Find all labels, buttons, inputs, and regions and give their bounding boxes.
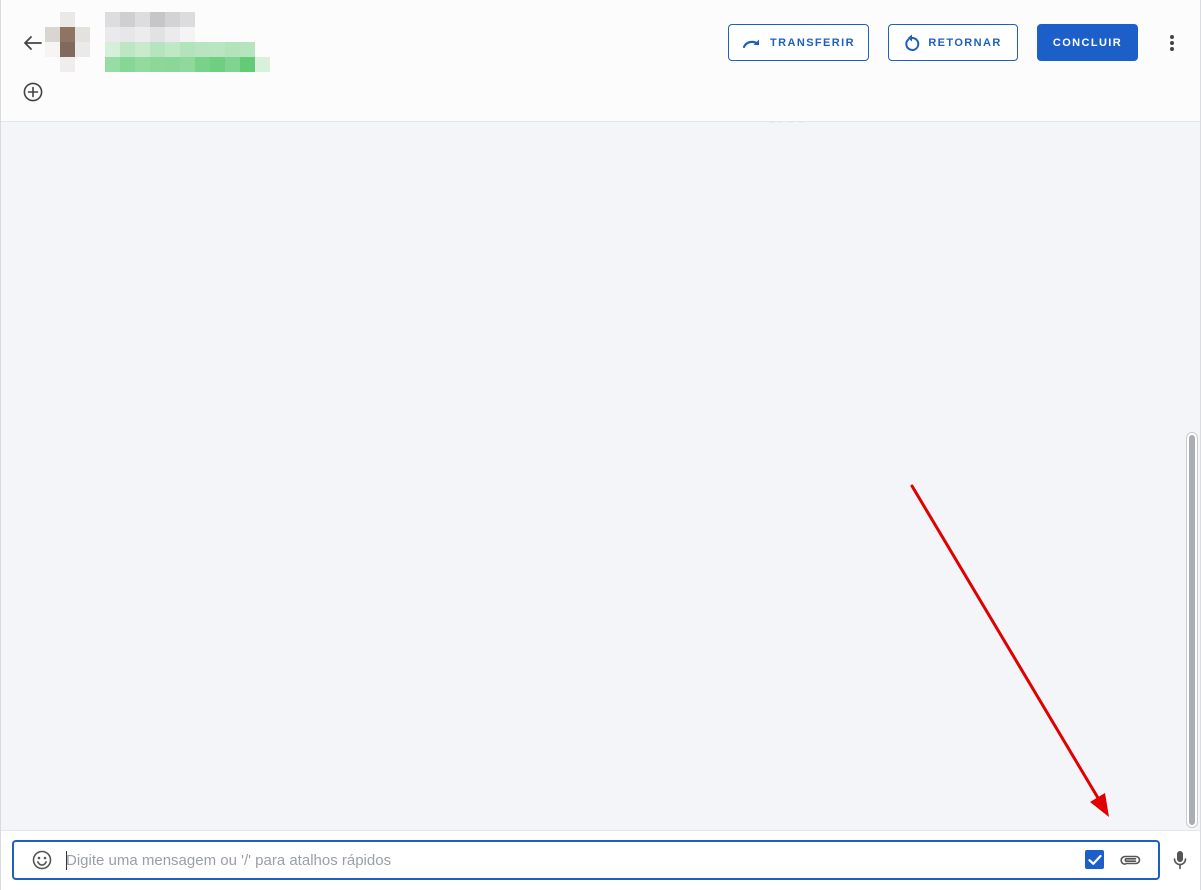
message-composer <box>1 830 1200 890</box>
scrollbar-thumb[interactable] <box>1189 435 1195 825</box>
undo-circle-arrow-icon <box>905 34 920 51</box>
transfer-button[interactable]: TRANSFERIR <box>728 24 869 61</box>
contact-avatar[interactable] <box>45 12 90 72</box>
microphone-icon <box>1173 851 1187 870</box>
chat-header: TRANSFERIR RETORNAR CONCLUIR <box>1 0 1200 123</box>
back-button[interactable] <box>19 31 45 55</box>
chat-window: TRANSFERIR RETORNAR CONCLUIR <box>0 0 1201 890</box>
redo-arrow-icon <box>742 39 760 48</box>
conclude-button[interactable]: CONCLUIR <box>1037 24 1138 61</box>
message-input-box <box>12 840 1160 880</box>
more-vert-icon <box>1170 35 1174 51</box>
text-caret <box>66 851 67 870</box>
message-input[interactable] <box>64 846 1069 874</box>
plus-circle-icon <box>23 82 43 102</box>
microphone-button[interactable] <box>1169 847 1191 873</box>
attach-button[interactable] <box>1118 849 1144 871</box>
add-button[interactable] <box>22 81 44 103</box>
messages-scrollbar[interactable] <box>1186 432 1198 828</box>
more-options-button[interactable] <box>1161 30 1183 56</box>
emoji-button[interactable] <box>31 849 53 871</box>
arrow-left-icon <box>24 36 42 50</box>
emoji-smile-icon <box>32 850 52 870</box>
paperclip-icon <box>1120 855 1141 865</box>
return-label: RETORNAR <box>928 36 1002 49</box>
contact-info[interactable] <box>105 12 275 72</box>
signature-checkbox[interactable] <box>1085 850 1104 869</box>
transfer-label: TRANSFERIR <box>770 36 855 49</box>
check-icon <box>1087 854 1102 865</box>
messages-area <box>1 123 1200 830</box>
conclude-label: CONCLUIR <box>1052 36 1123 49</box>
return-button[interactable]: RETORNAR <box>888 24 1018 61</box>
